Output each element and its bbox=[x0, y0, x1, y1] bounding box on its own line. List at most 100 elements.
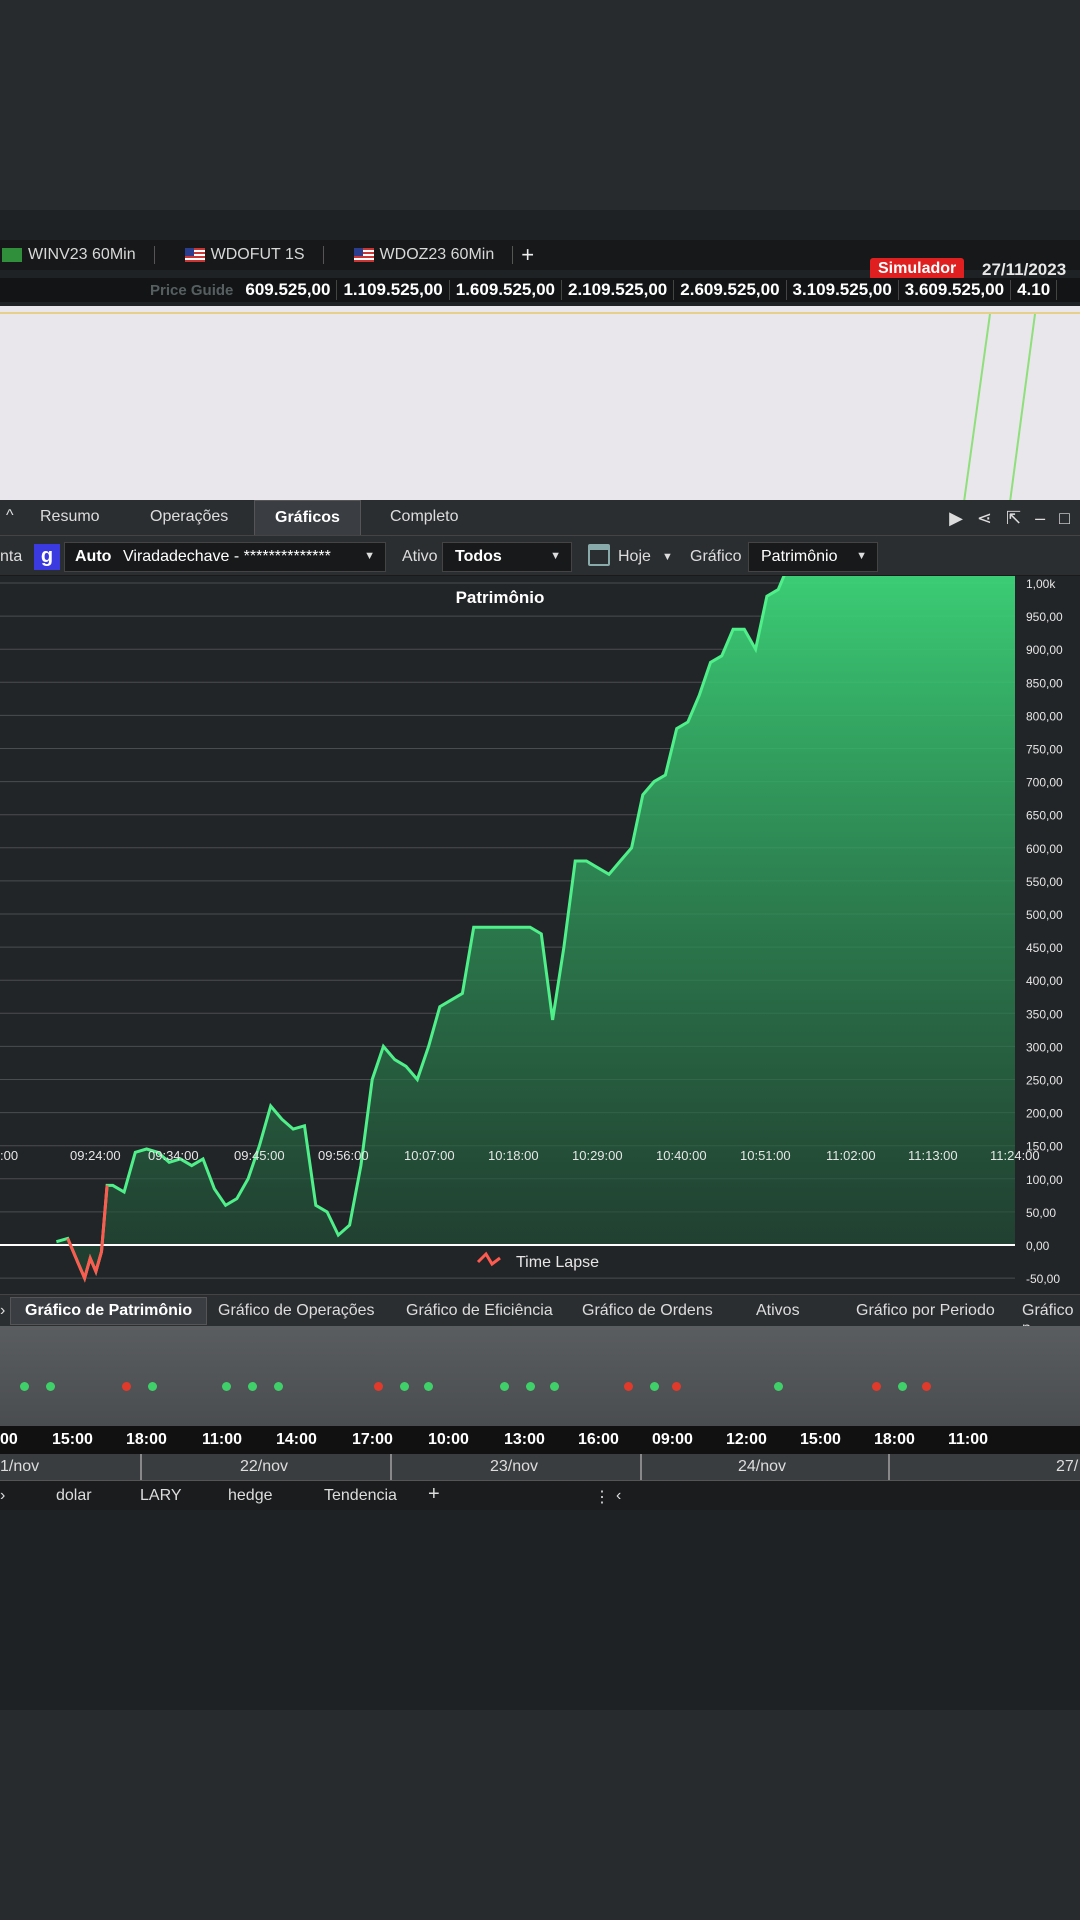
trade-marker-win[interactable] bbox=[20, 1382, 29, 1391]
chevron-down-icon[interactable]: ▼ bbox=[662, 551, 673, 563]
tab-grafico-periodo[interactable]: Gráfico por Periodo bbox=[856, 1302, 995, 1320]
chart-legend[interactable]: Time Lapse bbox=[476, 1251, 599, 1271]
trade-marker-loss[interactable] bbox=[122, 1382, 131, 1391]
grafico-select[interactable]: Patrimônio bbox=[748, 542, 878, 572]
workspace-tab-hedge[interactable]: hedge bbox=[228, 1487, 273, 1505]
day-separator bbox=[390, 1454, 392, 1480]
account-name: Viradadechave - ************** bbox=[123, 548, 331, 565]
price-level[interactable]: 4.10 bbox=[1011, 280, 1058, 300]
x-tick-label: 09:56:00 bbox=[318, 1148, 369, 1163]
account-select[interactable]: Auto Viradadechave - ************** bbox=[64, 542, 386, 572]
trade-marker-win[interactable] bbox=[400, 1382, 409, 1391]
price-guide-label: Price Guide bbox=[150, 281, 234, 299]
trade-markers-strip[interactable] bbox=[0, 1326, 1080, 1426]
collapse-chevron-icon[interactable]: ^ bbox=[6, 507, 14, 525]
x-tick-label: 09:34:00 bbox=[148, 1148, 199, 1163]
trade-marker-win[interactable] bbox=[500, 1382, 509, 1391]
price-level[interactable]: 609.525,00 bbox=[239, 280, 338, 300]
asset-tab-wdoz23[interactable]: WDOZ23 60Min bbox=[352, 246, 514, 264]
price-level[interactable]: 1.109.525,00 bbox=[337, 280, 450, 300]
price-level[interactable]: 3.109.525,00 bbox=[787, 280, 899, 300]
trend-line bbox=[963, 313, 991, 502]
account-prefix: Auto bbox=[75, 548, 112, 565]
patrimonio-chart[interactable]: Patrimônio -50,00 0,00 50,00 100,00 150,00 20… bbox=[0, 576, 1080, 1296]
y-tick-label: 800,00 bbox=[1026, 709, 1063, 723]
chevron-right-icon[interactable]: › bbox=[0, 1487, 5, 1505]
trade-marker-loss[interactable] bbox=[872, 1382, 881, 1391]
workspace-tab-tendencia[interactable]: Tendencia bbox=[324, 1487, 397, 1505]
asset-tab-wdofut[interactable]: WDOFUT 1S bbox=[183, 246, 324, 264]
x-tick-label: 10:29:00 bbox=[572, 1148, 623, 1163]
timeline-day: 27/ bbox=[1056, 1458, 1079, 1475]
chevron-right-icon[interactable]: › bbox=[0, 1302, 5, 1320]
trade-marker-win[interactable] bbox=[46, 1382, 55, 1391]
workspace-tab-lary[interactable]: LARY bbox=[140, 1487, 182, 1505]
share-icon[interactable]: ⋖ bbox=[977, 508, 992, 529]
trade-marker-loss[interactable] bbox=[624, 1382, 633, 1391]
add-workspace-icon[interactable]: + bbox=[428, 1483, 440, 1506]
export-icon[interactable]: ⇱ bbox=[1006, 508, 1021, 529]
trend-line bbox=[1009, 313, 1036, 502]
play-icon[interactable]: ▶ bbox=[949, 508, 963, 529]
x-tick-label: 10:07:00 bbox=[404, 1148, 455, 1163]
trade-marker-win[interactable] bbox=[248, 1382, 257, 1391]
trade-marker-win[interactable] bbox=[898, 1382, 907, 1391]
window-controls: ▶ ⋖ ⇱ – □ bbox=[949, 508, 1070, 529]
trade-marker-loss[interactable] bbox=[922, 1382, 931, 1391]
trade-marker-win[interactable] bbox=[148, 1382, 157, 1391]
trade-marker-win[interactable] bbox=[222, 1382, 231, 1391]
trade-marker-win[interactable] bbox=[550, 1382, 559, 1391]
timeline-hour: 17:00 bbox=[352, 1431, 393, 1448]
x-tick-label: 11:24:00 bbox=[990, 1148, 1040, 1163]
maximize-icon[interactable]: □ bbox=[1059, 508, 1070, 529]
timeline-hour: 12:00 bbox=[726, 1431, 767, 1448]
day-separator bbox=[888, 1454, 890, 1480]
asset-tab-winv23[interactable]: WINV23 60Min bbox=[0, 246, 155, 264]
timeline-hour: 10:00 bbox=[428, 1431, 469, 1448]
tab-grafico-operacoes[interactable]: Gráfico de Operações bbox=[218, 1302, 375, 1320]
price-level[interactable]: 1.609.525,00 bbox=[450, 280, 562, 300]
trade-marker-win[interactable] bbox=[274, 1382, 283, 1391]
price-level[interactable]: 2.109.525,00 bbox=[562, 280, 675, 300]
y-tick-label: 900,00 bbox=[1026, 643, 1063, 657]
period-select[interactable]: Hoje bbox=[618, 548, 651, 566]
y-tick-label: 250,00 bbox=[1026, 1074, 1063, 1088]
y-tick-label: 750,00 bbox=[1026, 743, 1063, 757]
tab-grafico-ordens[interactable]: Gráfico de Ordens bbox=[582, 1302, 713, 1320]
more-options-icon[interactable]: ⋮ bbox=[594, 1487, 610, 1507]
y-tick-label: -50,00 bbox=[1026, 1272, 1060, 1286]
price-level[interactable]: 3.609.525,00 bbox=[899, 280, 1012, 300]
y-tick-label: 500,00 bbox=[1026, 908, 1063, 922]
trade-marker-win[interactable] bbox=[650, 1382, 659, 1391]
workspace-tab-dolar[interactable]: dolar bbox=[56, 1487, 92, 1505]
grafico-label: Gráfico bbox=[690, 548, 742, 565]
chevron-left-icon[interactable]: ‹ bbox=[616, 1487, 621, 1505]
tab-ativos[interactable]: Ativos bbox=[756, 1302, 800, 1320]
negative-segment bbox=[66, 1185, 109, 1283]
tab-graficos[interactable]: Gráficos bbox=[254, 500, 361, 535]
y-tick-label: 600,00 bbox=[1026, 842, 1063, 856]
trade-marker-win[interactable] bbox=[774, 1382, 783, 1391]
trade-marker-loss[interactable] bbox=[672, 1382, 681, 1391]
y-tick-label: 50,00 bbox=[1026, 1206, 1056, 1220]
tab-operacoes[interactable]: Operações bbox=[150, 508, 228, 526]
tab-resumo[interactable]: Resumo bbox=[40, 508, 100, 526]
price-guide-bar: Price Guide 609.525,00 1.109.525,00 1.60… bbox=[0, 278, 1080, 302]
x-tick-label: 10:40:00 bbox=[656, 1148, 707, 1163]
ativo-select[interactable]: Todos bbox=[442, 542, 572, 572]
trade-marker-win[interactable] bbox=[424, 1382, 433, 1391]
calendar-icon[interactable] bbox=[588, 544, 610, 566]
price-level[interactable]: 2.609.525,00 bbox=[674, 280, 787, 300]
add-tab-icon[interactable]: + bbox=[521, 242, 534, 268]
trade-marker-win[interactable] bbox=[526, 1382, 535, 1391]
y-tick-label: 0,00 bbox=[1026, 1239, 1050, 1253]
tab-grafico-patrimonio[interactable]: Gráfico de Patrimônio bbox=[10, 1297, 208, 1325]
minimize-icon[interactable]: – bbox=[1035, 508, 1045, 529]
timeline-hour: 15:00 bbox=[52, 1431, 93, 1448]
tab-grafico-eficiencia[interactable]: Gráfico de Eficiência bbox=[406, 1302, 553, 1320]
tab-completo[interactable]: Completo bbox=[390, 508, 458, 526]
x-tick-label: 10:51:00 bbox=[740, 1148, 791, 1163]
price-chart-strip[interactable] bbox=[0, 306, 1080, 502]
trade-marker-loss[interactable] bbox=[374, 1382, 383, 1391]
timeline-hour: 18:00 bbox=[126, 1431, 167, 1448]
